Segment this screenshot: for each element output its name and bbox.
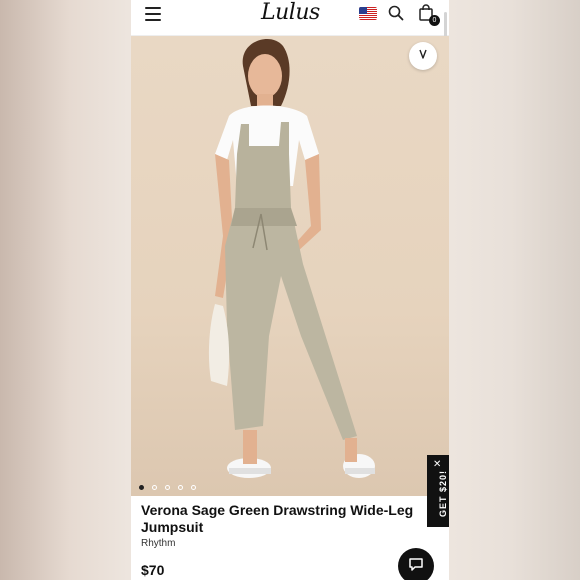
shopping-bag-icon[interactable]: 0 xyxy=(418,4,440,26)
mobile-screen: Lulus 0 ✕ GET $20! Verona Sage Green Dra… xyxy=(131,0,449,580)
carousel-dot[interactable] xyxy=(191,485,196,490)
product-photo xyxy=(208,38,375,478)
promo-side-tab[interactable]: ✕ GET $20! xyxy=(427,455,449,527)
product-price: $70 xyxy=(141,562,165,578)
product-image-carousel[interactable] xyxy=(131,36,449,496)
close-icon[interactable]: ✕ xyxy=(433,459,441,470)
cart-count-badge: 0 xyxy=(429,15,440,26)
carousel-pagination xyxy=(139,485,196,490)
search-icon[interactable] xyxy=(388,5,404,21)
carousel-dot[interactable] xyxy=(139,485,144,490)
promo-label[interactable]: GET $20! xyxy=(438,470,448,517)
chat-bubble-icon xyxy=(408,556,424,577)
hamburger-menu-icon[interactable] xyxy=(145,7,161,21)
chat-button[interactable] xyxy=(398,548,434,580)
carousel-dot[interactable] xyxy=(152,485,157,490)
product-title: Verona Sage Green Drawstring Wide-Leg Ju… xyxy=(141,502,414,535)
wishlist-button[interactable] xyxy=(409,42,437,70)
carousel-dot[interactable] xyxy=(178,485,183,490)
site-logo[interactable]: Lulus xyxy=(261,0,320,25)
carousel-dot[interactable] xyxy=(165,485,170,490)
product-brand[interactable]: Rhythm xyxy=(141,538,175,549)
us-flag-icon[interactable] xyxy=(359,7,377,20)
heart-icon xyxy=(416,47,430,66)
top-nav-bar: Lulus 0 xyxy=(131,0,449,87)
